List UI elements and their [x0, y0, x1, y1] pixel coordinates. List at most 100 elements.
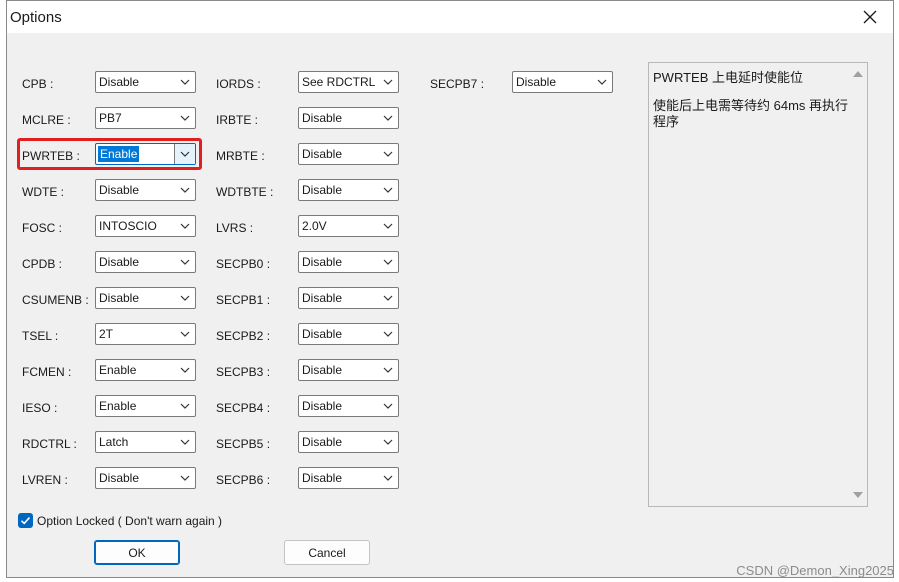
mrbte-select[interactable]: Disable	[298, 143, 399, 165]
secpb6-select[interactable]: Disable	[298, 467, 399, 489]
cpb-value: Disable	[99, 75, 140, 89]
secpb5-select[interactable]: Disable	[298, 431, 399, 453]
wdtbte-select[interactable]: Disable	[298, 179, 399, 201]
secpb3-value: Disable	[302, 363, 343, 377]
rdctrl-value: Latch	[99, 435, 129, 449]
wdte-select[interactable]: Disable	[95, 179, 196, 201]
fosc-label: FOSC :	[22, 221, 63, 235]
chevron-down-icon	[383, 367, 393, 373]
secpb5-label: SECPB5 :	[216, 437, 271, 451]
ieso-value: Enable	[99, 399, 137, 413]
wdte-label: WDTE :	[22, 185, 64, 199]
cancel-button[interactable]: Cancel	[284, 540, 370, 565]
lvren-select[interactable]: Disable	[95, 467, 196, 489]
lvren-label: LVREN :	[22, 473, 68, 487]
cpb-label: CPB :	[22, 77, 54, 91]
secpb0-select[interactable]: Disable	[298, 251, 399, 273]
chevron-down-icon	[597, 79, 607, 85]
scroll-up-icon[interactable]	[852, 69, 864, 79]
chevron-down-icon	[180, 439, 190, 445]
rdctrl-select[interactable]: Latch	[95, 431, 196, 453]
lvrs-select[interactable]: 2.0V	[298, 215, 399, 237]
mclre-value: PB7	[99, 111, 122, 125]
csumenb-select[interactable]: Disable	[95, 287, 196, 309]
chevron-down-icon	[383, 295, 393, 301]
cpdb-label: CPDB :	[22, 257, 63, 271]
chevron-down-icon	[383, 475, 393, 481]
watermark: CSDN @Demon_Xing2025	[736, 563, 894, 578]
secpb1-select[interactable]: Disable	[298, 287, 399, 309]
secpb4-select[interactable]: Disable	[298, 395, 399, 417]
mclre-select[interactable]: PB7	[95, 107, 196, 129]
fcmen-label: FCMEN :	[22, 365, 72, 379]
iords-label: IORDS :	[216, 77, 261, 91]
ieso-label: IESO :	[22, 401, 58, 415]
option-locked-checkbox[interactable]	[18, 513, 33, 528]
irbte-select[interactable]: Disable	[298, 107, 399, 129]
secpb0-value: Disable	[302, 255, 343, 269]
csumenb-value: Disable	[99, 291, 140, 305]
chevron-down-icon	[180, 295, 190, 301]
chevron-down-icon	[383, 223, 393, 229]
lvrs-value: 2.0V	[302, 219, 327, 233]
chevron-down-icon	[180, 115, 190, 121]
chevron-down-icon	[383, 331, 393, 337]
fosc-value: INTOSCIO	[99, 219, 157, 233]
secpb3-label: SECPB3 :	[216, 365, 271, 379]
scroll-down-icon[interactable]	[852, 490, 864, 500]
close-button[interactable]	[847, 1, 893, 33]
iords-value: See RDCTRL	[302, 75, 376, 89]
chevron-down-icon	[180, 187, 190, 193]
mrbte-value: Disable	[302, 147, 343, 161]
chevron-down-icon	[383, 115, 393, 121]
secpb2-select[interactable]: Disable	[298, 323, 399, 345]
secpb4-value: Disable	[302, 399, 343, 413]
tsel-label: TSEL :	[22, 329, 59, 343]
option-locked-label: Option Locked ( Don't warn again )	[37, 514, 223, 528]
ieso-select[interactable]: Enable	[95, 395, 196, 417]
chevron-down-icon	[180, 367, 190, 373]
wdte-value: Disable	[99, 183, 140, 197]
description-body: 使能后上电需等待约 64ms 再执行程序	[653, 98, 849, 129]
highlight-box	[17, 138, 202, 170]
lvren-value: Disable	[99, 471, 140, 485]
chevron-down-icon	[383, 403, 393, 409]
cpb-select[interactable]: Disable	[95, 71, 196, 93]
chevron-down-icon	[180, 79, 190, 85]
secpb7-select[interactable]: Disable	[512, 71, 613, 93]
fcmen-select[interactable]: Enable	[95, 359, 196, 381]
iords-select[interactable]: See RDCTRL	[298, 71, 399, 93]
secpb2-value: Disable	[302, 327, 343, 341]
secpb7-value: Disable	[516, 75, 557, 89]
ok-button[interactable]: OK	[94, 540, 180, 565]
checkmark-icon	[20, 517, 31, 525]
secpb6-value: Disable	[302, 471, 343, 485]
title-bar: Options	[7, 1, 893, 33]
mrbte-label: MRBTE :	[216, 149, 265, 163]
chevron-down-icon	[180, 475, 190, 481]
chevron-down-icon	[383, 79, 393, 85]
chevron-down-icon	[180, 331, 190, 337]
description-title: PWRTEB 上电延时使能位	[653, 70, 803, 85]
mclre-label: MCLRE :	[22, 113, 71, 127]
csumenb-label: CSUMENB :	[22, 293, 89, 307]
fosc-select[interactable]: INTOSCIO	[95, 215, 196, 237]
chevron-down-icon	[180, 223, 190, 229]
wdtbte-label: WDTBTE :	[216, 185, 274, 199]
cpdb-select[interactable]: Disable	[95, 251, 196, 273]
chevron-down-icon	[383, 259, 393, 265]
chevron-down-icon	[180, 403, 190, 409]
secpb6-label: SECPB6 :	[216, 473, 271, 487]
wdtbte-value: Disable	[302, 183, 343, 197]
irbte-label: IRBTE :	[216, 113, 259, 127]
chevron-down-icon	[383, 439, 393, 445]
cpdb-value: Disable	[99, 255, 140, 269]
secpb5-value: Disable	[302, 435, 343, 449]
secpb3-select[interactable]: Disable	[298, 359, 399, 381]
secpb2-label: SECPB2 :	[216, 329, 271, 343]
chevron-down-icon	[180, 259, 190, 265]
rdctrl-label: RDCTRL :	[22, 437, 77, 451]
tsel-value: 2T	[99, 327, 114, 341]
fcmen-value: Enable	[99, 363, 137, 377]
tsel-select[interactable]: 2T	[95, 323, 196, 345]
